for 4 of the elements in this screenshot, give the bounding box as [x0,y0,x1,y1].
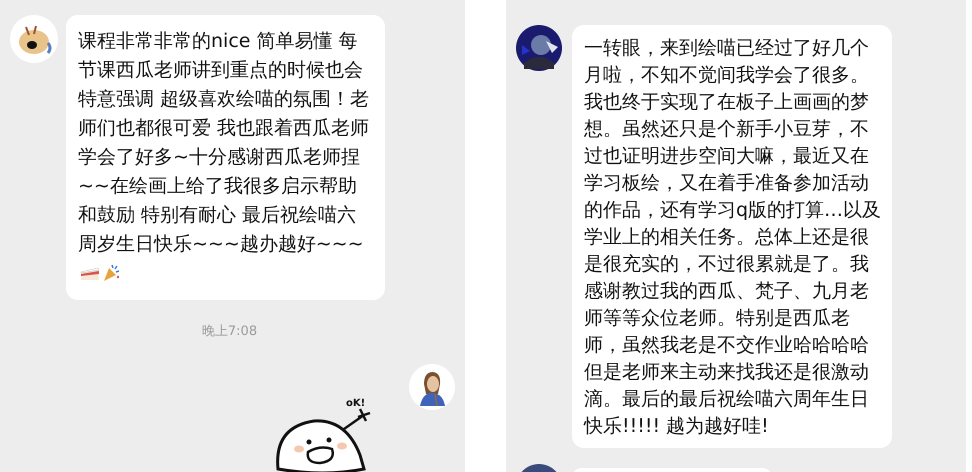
sticker-caption: oK! [346,396,366,410]
timestamp: 晚上7:08 [202,323,258,341]
message-text: 课程非常非常的nice 简单易懂 每节课西瓜老师讲到重点的时候也会特意强调 超级喜欢绘喵的氛围！老师们也都很可爱 我也跟着西瓜老师学会了好多~十分感谢西瓜老师捏~~在绘画上给了我很多启示帮助和鼓励 特别有耐心 最后祝绘喵六周岁生日快乐~~~越办越好~~~ [78,27,375,288]
message-text: 一转眼，来到绘喵已经过了好几个月啦，不知不觉间我学会了很多。我也终于实现了在板子上画画的梦想。虽然还只是个新手小豆芽，不过也证明进步空间大嘛，最近又在学习板绘，又在着手准备参加活动的作品，还有学习q版的打算…以及学业上的相关任务。总体上还是很是很充实的，不过很累就是了。我感谢教过我的西瓜、梵子、九月老师等等众位老师。特别是西瓜老师，虽然我老是不交作业哈哈哈哈但是老师来主动来找我还是很激动滴。最后的最后祝绘喵六周年生日快乐!!!!! 越为越好哇! [584,36,882,439]
